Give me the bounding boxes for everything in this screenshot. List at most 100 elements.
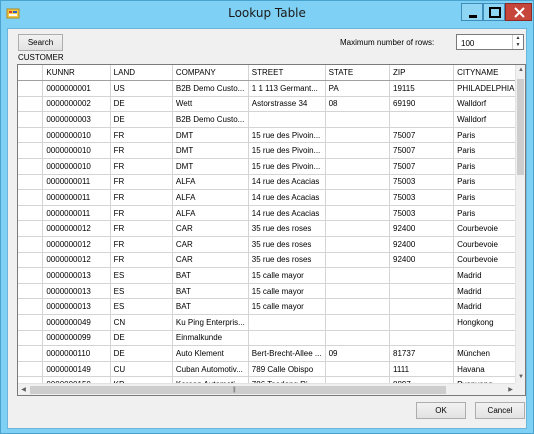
cell-zip[interactable]: 19115 — [389, 80, 455, 97]
horizontal-scroll-thumb[interactable]: ||| — [30, 386, 446, 394]
cell-zip[interactable]: 69190 — [389, 96, 455, 113]
cell-state[interactable]: 08 — [325, 96, 391, 113]
cell-kunnr[interactable]: 0000000010 — [42, 142, 111, 160]
cell-zip[interactable]: 75003 — [389, 205, 455, 222]
table-row[interactable]: 0000000011 FR ALFA 14 rue des Acacias 75003 P… — [18, 189, 525, 206]
vertical-scrollbar[interactable]: ▲ ▼ — [515, 65, 525, 383]
column-header-state[interactable]: STATE — [325, 65, 391, 82]
cell-street[interactable]: 14 rue des Acacias — [248, 174, 326, 191]
vertical-scroll-thumb[interactable] — [517, 79, 524, 175]
horizontal-scrollbar[interactable]: ◀ ||| ▶ — [18, 383, 516, 395]
table-row[interactable]: 0000000013 ES BAT 15 calle mayor Madrid — [18, 283, 525, 300]
scroll-up-icon[interactable]: ▲ — [516, 65, 525, 76]
cell-state[interactable] — [325, 361, 391, 378]
table-row[interactable]: 0000000012 FR CAR 35 rue des roses 92400 Cour… — [18, 252, 525, 269]
row-header-cell[interactable] — [18, 158, 44, 175]
cell-cityname[interactable]: Walldorf — [453, 111, 525, 128]
cell-company[interactable]: BAT — [172, 267, 249, 284]
cell-cityname[interactable]: Paris — [453, 189, 525, 206]
cell-kunnr[interactable]: 0000000099 — [42, 330, 111, 347]
cell-company[interactable]: Ku Ping Enterpris... — [172, 314, 249, 331]
table-row[interactable]: 0000000099 DE Einmalkunde — [18, 330, 525, 347]
cell-zip[interactable] — [389, 330, 455, 347]
cell-land[interactable]: FR — [110, 174, 173, 191]
cell-cityname[interactable]: Courbevoie — [453, 236, 525, 253]
row-header-cell[interactable] — [18, 80, 44, 97]
cell-zip[interactable] — [389, 111, 455, 128]
cell-land[interactable]: FR — [110, 158, 173, 175]
cell-zip[interactable] — [389, 283, 455, 300]
cell-cityname[interactable]: Courbevoie — [453, 220, 525, 238]
cell-state[interactable] — [325, 252, 391, 269]
row-header-cell[interactable] — [18, 205, 44, 222]
column-header-kunnr[interactable]: KUNNR — [42, 65, 111, 82]
cell-state[interactable] — [325, 127, 391, 144]
row-header-cell[interactable] — [18, 189, 44, 206]
column-header-street[interactable]: STREET — [248, 65, 326, 82]
row-header-cell[interactable] — [18, 174, 44, 191]
cell-street[interactable]: 789 Calle Obispo — [248, 361, 326, 378]
cell-land[interactable]: ES — [110, 283, 173, 300]
cell-cityname[interactable]: Havana — [453, 361, 525, 378]
cell-state[interactable]: PA — [325, 80, 391, 97]
cell-state[interactable]: 09 — [325, 345, 391, 362]
cell-street[interactable]: 15 calle mayor — [248, 298, 326, 315]
cell-street[interactable]: 35 rue des roses — [248, 236, 326, 253]
cell-zip[interactable]: 92400 — [389, 252, 455, 269]
cell-company[interactable]: BAT — [172, 298, 249, 315]
row-header-cell[interactable] — [18, 96, 44, 113]
cell-zip[interactable]: 75003 — [389, 174, 455, 191]
cell-land[interactable]: FR — [110, 252, 173, 269]
cell-land[interactable]: FR — [110, 205, 173, 222]
cell-land[interactable]: FR — [110, 127, 173, 144]
cell-street[interactable] — [248, 330, 326, 347]
cell-street[interactable]: Bert-Brecht-Allee ... — [248, 345, 326, 362]
max-rows-input[interactable] — [461, 38, 511, 48]
table-row[interactable]: 0000000002 DE Wett Astorstrasse 34 08 69190 Wa… — [18, 96, 525, 113]
cell-company[interactable]: ALFA — [172, 205, 249, 222]
cell-street[interactable]: 14 rue des Acacias — [248, 189, 326, 206]
cell-land[interactable]: US — [110, 80, 173, 97]
cell-land[interactable]: FR — [110, 189, 173, 206]
cell-kunnr[interactable]: 0000000049 — [42, 314, 111, 331]
cell-state[interactable] — [325, 189, 391, 206]
cell-kunnr[interactable]: 0000000010 — [42, 158, 111, 175]
cell-company[interactable]: Cuban Automotiv... — [172, 361, 249, 378]
cell-cityname[interactable]: Paris — [453, 174, 525, 191]
cell-state[interactable] — [325, 236, 391, 253]
cell-cityname[interactable]: Madrid — [453, 283, 525, 300]
cell-company[interactable]: B2B Demo Custo... — [172, 80, 249, 97]
cell-state[interactable] — [325, 111, 391, 128]
cell-company[interactable]: CAR — [172, 220, 249, 238]
cell-cityname[interactable]: Walldorf — [453, 96, 525, 113]
row-header-cell[interactable] — [18, 361, 44, 378]
cell-street[interactable]: 1 1 113 Germant... — [248, 80, 326, 97]
cell-land[interactable]: CU — [110, 361, 173, 378]
table-row[interactable]: 0000000003 DE B2B Demo Custo... Walldorf — [18, 111, 525, 128]
cell-zip[interactable]: 75003 — [389, 189, 455, 206]
spin-down-icon[interactable]: ▼ — [513, 42, 523, 49]
cell-street[interactable] — [248, 111, 326, 128]
table-row[interactable]: 0000000012 FR CAR 35 rue des roses 92400 Cour… — [18, 220, 525, 238]
column-header-company[interactable]: COMPANY — [172, 65, 249, 82]
customer-data-grid[interactable]: KUNNR LAND COMPANY STREET STATE ZIP CITY… — [17, 64, 526, 396]
cell-zip[interactable]: 75007 — [389, 142, 455, 160]
cell-kunnr[interactable]: 0000000012 — [42, 252, 111, 269]
row-header-cell[interactable] — [18, 267, 44, 284]
row-header-cell[interactable] — [18, 220, 44, 238]
cell-kunnr[interactable]: 0000000011 — [42, 189, 111, 206]
cell-kunnr[interactable]: 0000000003 — [42, 111, 111, 128]
cell-kunnr[interactable]: 0000000013 — [42, 283, 111, 300]
ok-button[interactable]: OK — [416, 402, 466, 419]
cell-street[interactable] — [248, 314, 326, 331]
table-row[interactable]: 0000000010 FR DMT 15 rue des Pivoin... 75007… — [18, 127, 525, 144]
row-header-cell[interactable] — [18, 314, 44, 331]
scroll-down-icon[interactable]: ▼ — [516, 372, 525, 383]
cell-state[interactable] — [325, 142, 391, 160]
table-row[interactable]: 0000000110 DE Auto Klement Bert-Brecht-Alle… — [18, 345, 525, 362]
cell-cityname[interactable]: Courbevoie — [453, 252, 525, 269]
cell-state[interactable] — [325, 267, 391, 284]
cell-street[interactable]: 15 rue des Pivoin... — [248, 127, 326, 144]
cell-zip[interactable]: 1111 — [389, 361, 455, 378]
cell-state[interactable] — [325, 158, 391, 175]
